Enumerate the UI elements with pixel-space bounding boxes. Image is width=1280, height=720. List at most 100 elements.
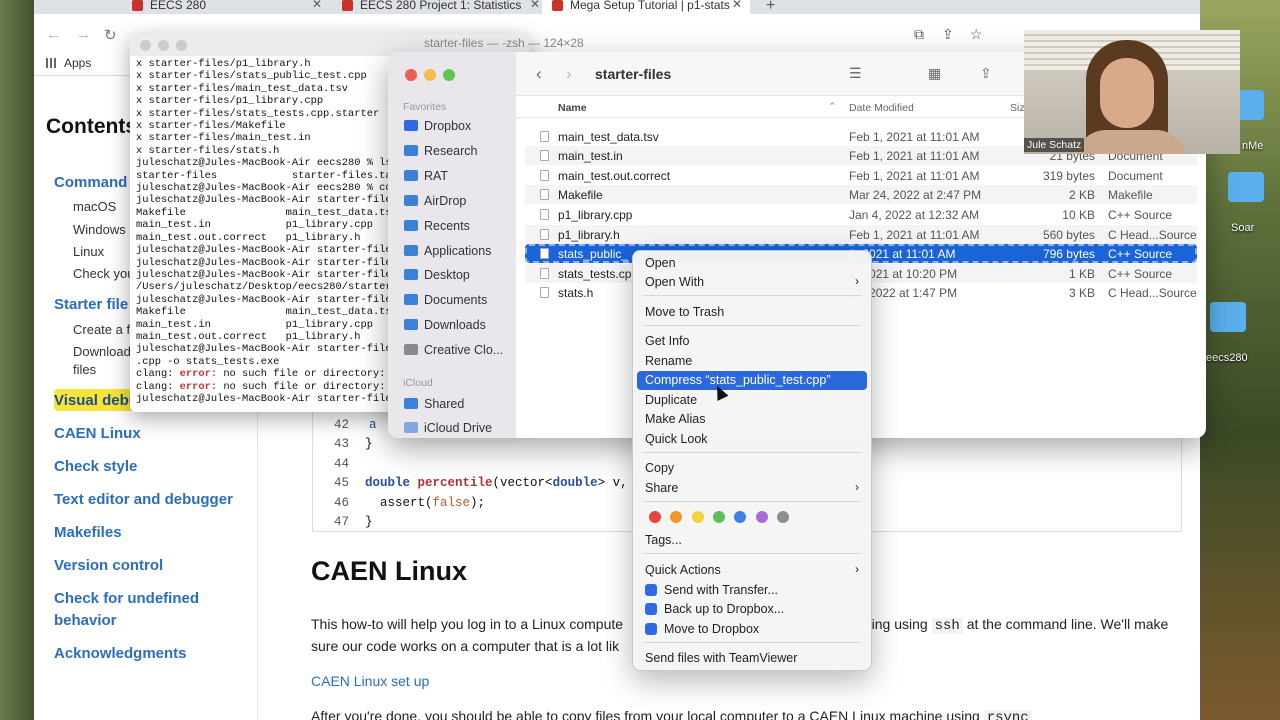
close-icon[interactable]: ✕ xyxy=(530,0,540,10)
apps-bookmark[interactable]: Apps xyxy=(46,56,91,70)
minimize-dot-icon[interactable] xyxy=(158,40,169,51)
close-dot-icon[interactable] xyxy=(405,69,417,81)
file-kind: C Head...Source xyxy=(1108,227,1197,242)
sidebar-item-label: Research xyxy=(424,143,478,158)
nav-link-download[interactable]: Download xyxy=(73,344,131,359)
sidebar-item-desktop[interactable]: Desktop xyxy=(404,268,470,282)
share-icon[interactable]: ⇪ xyxy=(942,26,954,43)
sidebar-item-creative-clo[interactable]: Creative Clo... xyxy=(404,343,503,357)
new-tab-icon[interactable]: + xyxy=(766,0,775,15)
nav-link-command[interactable]: Command xyxy=(54,174,127,191)
minimize-dot-icon[interactable] xyxy=(424,69,436,81)
sidebar-item-applications[interactable]: Applications xyxy=(404,244,491,258)
close-icon[interactable]: ✕ xyxy=(732,0,742,10)
nav-link-text-editor[interactable]: Text editor and debugger xyxy=(54,491,233,508)
zoom-dot-icon[interactable] xyxy=(443,69,455,81)
file-row[interactable]: Makefile Mar 24, 2022 at 2:47 PM 2 KB Makef… xyxy=(525,185,1197,205)
nav-link-create[interactable]: Create a f xyxy=(73,322,130,337)
nav-link-linux[interactable]: Linux xyxy=(73,244,104,259)
column-header-date[interactable]: Date Modified xyxy=(849,102,914,114)
install-icon[interactable]: ⧉ xyxy=(914,26,924,43)
terminal-line: juleschatz@Jules-MacBook-Air starter-fil… xyxy=(136,256,392,269)
nav-link-check-style[interactable]: Check style xyxy=(54,458,137,475)
nav-link-undefined[interactable]: Check for undefined xyxy=(54,590,199,607)
inline-code: rsync xyxy=(983,710,1032,720)
list-view-icon[interactable]: ☰ xyxy=(849,65,862,82)
zoom-dot-icon[interactable] xyxy=(176,40,187,51)
sidebar-item-documents[interactable]: Documents xyxy=(404,293,487,307)
nav-link-macos[interactable]: macOS xyxy=(73,199,116,214)
sidebar-item-label: Dropbox xyxy=(424,119,472,133)
desktop-folder-icon[interactable] xyxy=(1210,302,1246,332)
forward-icon[interactable]: → xyxy=(76,26,91,43)
nav-link-windows[interactable]: Windows xyxy=(73,222,126,237)
sidebar-item-icloud-drive[interactable]: iCloud Drive xyxy=(404,421,492,435)
share-icon[interactable]: ⇪ xyxy=(980,65,992,82)
menu-item-get-info[interactable]: Get Info xyxy=(637,332,867,351)
menu-item-share[interactable]: Share › xyxy=(637,479,867,498)
close-icon[interactable]: ✕ xyxy=(312,0,322,10)
menu-item-quick-look[interactable]: Quick Look xyxy=(637,430,867,449)
back-icon[interactable]: ← xyxy=(46,26,61,43)
group-view-icon[interactable]: ▦ xyxy=(928,65,941,82)
nav-link-caen-linux[interactable]: CAEN Linux xyxy=(54,425,141,442)
forward-icon[interactable]: › xyxy=(566,64,572,84)
menu-item-make-alias[interactable]: Make Alias xyxy=(637,410,867,429)
sidebar-item-downloads[interactable]: Downloads xyxy=(404,318,486,332)
tag-color-dot[interactable] xyxy=(649,511,661,523)
browser-tab-active[interactable]: Mega Setup Tutorial | p1-stats ✕ xyxy=(542,0,750,14)
menu-item-compress[interactable]: Compress “stats_public_test.cpp” xyxy=(637,371,867,390)
browser-tab[interactable]: EECS 280 Project 1: Statistics ✕ xyxy=(332,0,548,14)
file-date: Feb 1, 2021 at 11:01 AM xyxy=(849,149,980,164)
line-number: 45 xyxy=(333,476,349,490)
menu-item-open[interactable]: Open xyxy=(637,254,867,273)
file-icon xyxy=(540,267,549,279)
tag-color-dot[interactable] xyxy=(712,511,725,523)
back-icon[interactable]: ‹ xyxy=(536,64,542,84)
sidebar-folder-icon xyxy=(404,344,418,356)
nav-link-check-you[interactable]: Check you xyxy=(73,266,134,281)
terminal-line: .cpp -o stats_tests.exe xyxy=(136,355,280,368)
nav-link-makefiles[interactable]: Makefiles xyxy=(54,524,122,541)
menu-item-quick-actions[interactable]: Quick Actions › xyxy=(637,561,867,580)
desktop-folder-icon[interactable] xyxy=(1228,172,1264,202)
sidebar-item-shared[interactable]: Shared xyxy=(404,397,464,411)
tag-color-dot[interactable] xyxy=(734,511,747,523)
sidebar-item-research[interactable]: Research xyxy=(404,144,478,158)
caen-setup-link[interactable]: CAEN Linux set up xyxy=(311,673,429,689)
menu-item-backup-dropbox[interactable]: Back up to Dropbox... xyxy=(637,600,867,619)
reload-icon[interactable]: ↻ xyxy=(104,26,117,44)
menu-item-copy[interactable]: Copy xyxy=(637,459,867,478)
nav-link-starter-files[interactable]: Starter file xyxy=(54,296,128,313)
menu-item-move-to-trash[interactable]: Move to Trash xyxy=(637,303,867,322)
file-row[interactable]: p1_library.h Feb 1, 2021 at 11:01 AM 560 b… xyxy=(525,224,1197,244)
nav-link-version-control[interactable]: Version control xyxy=(54,557,163,574)
sort-chevron-icon[interactable]: ⌃ xyxy=(828,101,837,113)
menu-item-teamviewer[interactable]: Send files with TeamViewer xyxy=(637,649,867,668)
menu-item-rename[interactable]: Rename xyxy=(637,352,867,371)
terminal-line: juleschatz@Jules-MacBook-Air starter-fil… xyxy=(136,293,392,306)
file-row[interactable]: p1_library.cpp Jan 4, 2022 at 12:32 AM 10 … xyxy=(525,205,1197,224)
tag-color-dot[interactable] xyxy=(776,511,789,523)
menu-item-duplicate[interactable]: Duplicate xyxy=(637,391,867,410)
menu-item-tags[interactable]: Tags... xyxy=(637,531,867,550)
menu-item-send-transfer[interactable]: Send with Transfer... xyxy=(637,581,867,600)
tag-color-dot[interactable] xyxy=(755,511,768,523)
tag-color-dot[interactable] xyxy=(691,511,704,523)
sidebar-item-dropbox[interactable]: Dropbox xyxy=(404,119,471,133)
browser-tab[interactable]: EECS 280 ✕ xyxy=(122,0,330,14)
file-row[interactable]: main_test.out.correct Feb 1, 2021 at 11:0… xyxy=(525,166,1197,185)
tag-color-dot[interactable] xyxy=(670,511,683,523)
sidebar-item-airdrop[interactable]: AirDrop xyxy=(404,194,466,208)
column-header-name[interactable]: Name xyxy=(558,102,587,114)
sidebar-item-label: Shared xyxy=(424,397,465,411)
menu-item-move-dropbox[interactable]: Move to Dropbox xyxy=(637,620,867,639)
nav-link-acknowledgments[interactable]: Acknowledgments xyxy=(54,645,187,662)
menu-item-open-with[interactable]: Open With › xyxy=(637,273,867,292)
close-dot-icon[interactable] xyxy=(140,40,151,51)
bookmark-star-icon[interactable]: ☆ xyxy=(970,26,983,43)
sidebar-item-rat[interactable]: RAT xyxy=(404,169,448,183)
nav-link-download-files[interactable]: files xyxy=(73,362,96,377)
sidebar-item-recents[interactable]: Recents xyxy=(404,219,470,233)
nav-link-undefined-2[interactable]: behavior xyxy=(54,612,117,629)
